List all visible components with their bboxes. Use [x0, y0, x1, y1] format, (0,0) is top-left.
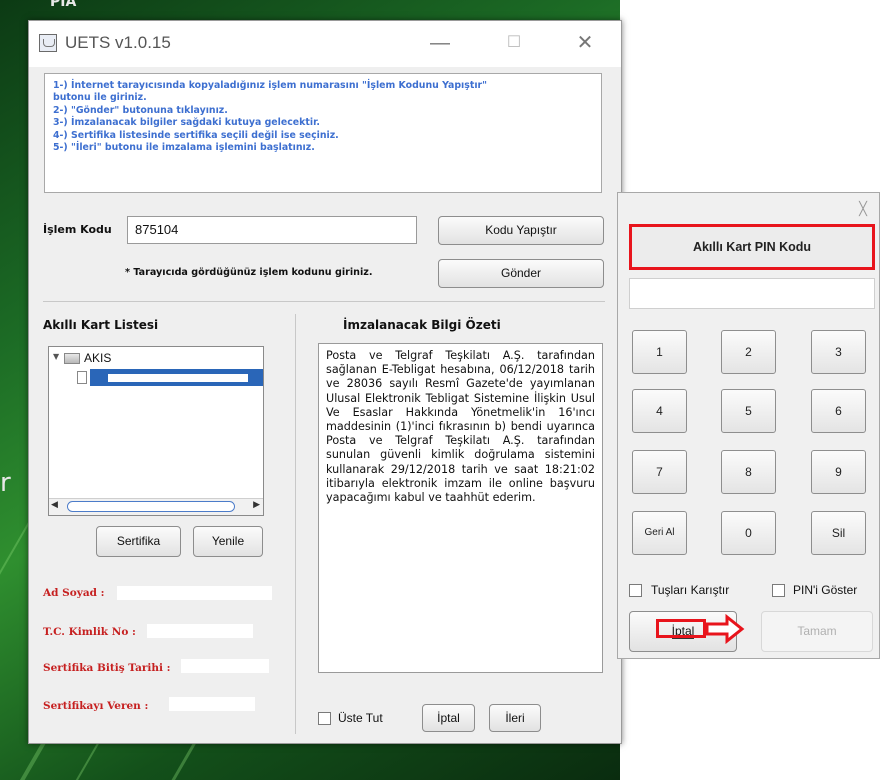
instruction-line: 2-) "Gönder" butonuna tıklayınız.	[53, 104, 228, 116]
code-hint: * Tarayıcıda gördüğünüz işlem kodunu gir…	[125, 267, 373, 278]
card-list-heading: Akıllı Kart Listesi	[43, 318, 159, 332]
show-pin-checkbox[interactable]	[772, 584, 785, 597]
islem-kodu-label: İşlem Kodu	[43, 223, 112, 236]
key-0[interactable]: 0	[721, 511, 776, 555]
tamam-button-disabled[interactable]: Tamam	[761, 611, 873, 652]
ad-soyad-label: Ad Soyad :	[43, 587, 105, 599]
title-bar[interactable]: UETS v1.0.15 — ☐ ✕	[29, 21, 621, 67]
key-1[interactable]: 1	[632, 330, 687, 374]
instructions-box: 1-) İnternet tarayıcısında kopyaladığını…	[44, 73, 602, 193]
scrollbar-thumb[interactable]	[67, 501, 235, 512]
sil-key[interactable]: Sil	[811, 511, 866, 555]
instruction-line: 4-) Sertifika listesinde sertifika seçil…	[53, 129, 339, 141]
maximize-button[interactable]: ☐	[499, 29, 529, 57]
uste-tut-checkbox[interactable]	[318, 712, 331, 725]
key-4[interactable]: 4	[632, 389, 687, 433]
sertifika-button[interactable]: Sertifika	[96, 526, 181, 557]
kodu-yapistir-button[interactable]: Kodu Yapıştır	[438, 216, 604, 245]
card-tree[interactable]: ▼ AKIS ◀ ▶	[48, 346, 264, 516]
summary-heading: İmzalanacak Bilgi Özeti	[343, 318, 501, 332]
ileri-button[interactable]: İleri	[489, 704, 541, 732]
instruction-line: 5-) "İleri" butonu ile imzalama işlemini…	[53, 142, 315, 154]
dialog-close-icon[interactable]: ╳	[859, 201, 867, 217]
gonder-button[interactable]: Gönder	[438, 259, 604, 288]
key-6[interactable]: 6	[811, 389, 866, 433]
window-title: UETS v1.0.15	[65, 33, 171, 52]
show-pin-label: PIN'i Göster	[793, 583, 858, 597]
summary-textarea[interactable]: Posta ve Telgraf Teşkilatı A.Ş. tarafınd…	[318, 343, 603, 673]
red-arrow-icon	[705, 614, 745, 644]
shuffle-keys-checkbox[interactable]	[629, 584, 642, 597]
horizontal-scrollbar[interactable]: ◀ ▶	[49, 498, 263, 515]
sertifika-bitis-label: Sertifika Bitiş Tarihi :	[43, 662, 171, 674]
instruction-line: 3-) İmzalanacak bilgiler sağdaki kutuya …	[53, 117, 320, 129]
key-2[interactable]: 2	[721, 330, 776, 374]
shuffle-keys-label: Tuşları Karıştır	[651, 583, 730, 597]
instruction-line: 1-) İnternet tarayıcısında kopyaladığını…	[53, 80, 488, 91]
islem-kodu-input[interactable]: 875104	[127, 216, 417, 244]
tree-root-label: AKIS	[84, 351, 112, 365]
tree-node-certificate-selected[interactable]	[77, 369, 263, 386]
tc-kimlik-label: T.C. Kimlik No :	[43, 626, 136, 638]
scroll-left-icon[interactable]: ◀	[51, 500, 58, 510]
uets-window: UETS v1.0.15 — ☐ ✕ 1-) İnternet tarayıcı…	[28, 20, 622, 744]
scroll-right-icon[interactable]: ▶	[253, 500, 260, 510]
pin-input[interactable]	[629, 278, 875, 309]
tree-node-akis[interactable]: ▼ AKIS	[53, 351, 253, 367]
islem-kodu-value: 875104	[135, 222, 179, 237]
key-9[interactable]: 9	[811, 450, 866, 494]
sertifika-bitis-value-masked	[181, 659, 269, 673]
summary-text: Posta ve Telgraf Teşkilatı A.Ş. tarafınd…	[326, 349, 595, 505]
pin-dialog: ╳ Akıllı Kart PIN Kodu 1 2 3 4 5 6 7 8 9…	[617, 192, 880, 659]
yenile-button[interactable]: Yenile	[193, 526, 263, 557]
iptal-button[interactable]: İptal	[422, 704, 475, 732]
expand-arrow-icon: ▼	[53, 352, 60, 361]
ad-soyad-value-masked	[117, 586, 272, 600]
pin-title-highlighted: Akıllı Kart PIN Kodu	[629, 224, 875, 270]
divider	[43, 301, 605, 302]
key-8[interactable]: 8	[721, 450, 776, 494]
document-icon	[77, 371, 87, 384]
key-3[interactable]: 3	[811, 330, 866, 374]
sertifika-veren-value-masked	[169, 697, 255, 711]
instruction-line: butonu ile giriniz.	[53, 92, 147, 104]
key-7[interactable]: 7	[632, 450, 687, 494]
sertifika-veren-label: Sertifikayı Veren :	[43, 700, 149, 712]
iptal-highlight-box	[656, 619, 706, 638]
geri-al-key[interactable]: Geri Al	[632, 511, 687, 555]
uste-tut-label: Üste Tut	[338, 711, 383, 725]
vertical-divider	[295, 314, 296, 734]
close-button[interactable]: ✕	[570, 29, 600, 57]
folder-icon	[64, 353, 80, 364]
masked-certificate-name	[108, 374, 248, 382]
tc-kimlik-value-masked	[147, 624, 253, 638]
java-app-icon	[39, 34, 57, 52]
minimize-button[interactable]: —	[425, 29, 455, 57]
key-5[interactable]: 5	[721, 389, 776, 433]
desktop-label-side: r	[0, 468, 11, 498]
desktop-label: PIA	[50, 0, 77, 10]
